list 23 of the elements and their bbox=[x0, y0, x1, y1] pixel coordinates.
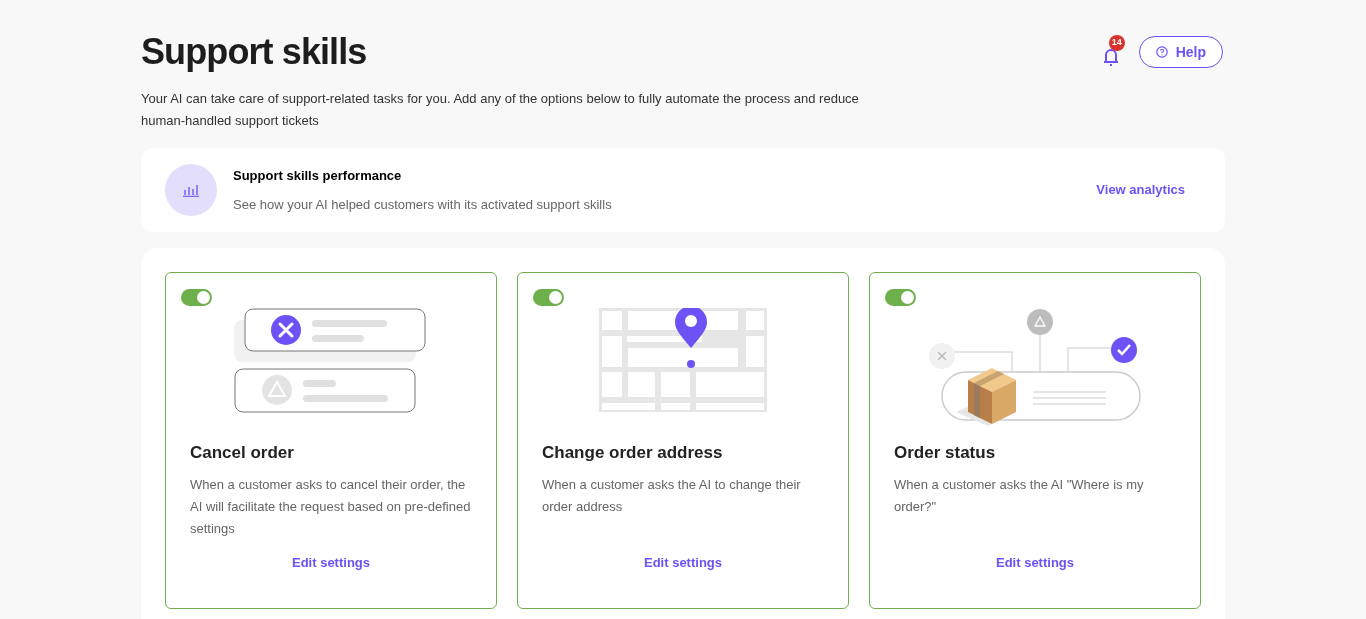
edit-settings-link[interactable]: Edit settings bbox=[996, 552, 1074, 572]
notifications-button[interactable]: 14 bbox=[1098, 38, 1123, 66]
edit-settings-link[interactable]: Edit settings bbox=[292, 552, 370, 572]
performance-subtitle: See how your AI helped customers with its activated support skills bbox=[233, 196, 613, 214]
view-analytics-link[interactable]: View analytics bbox=[1096, 180, 1185, 200]
edit-settings-link[interactable]: Edit settings bbox=[644, 552, 722, 572]
skill-title: Order status bbox=[894, 442, 997, 464]
notification-count-badge: 14 bbox=[1108, 35, 1125, 51]
bell-icon bbox=[1101, 46, 1120, 66]
skill-description: When a customer asks to cancel their order, the AI will facilitate the request based on pre-defined settings bbox=[190, 475, 472, 538]
skill-description: When a customer asks the AI to change their order address bbox=[542, 475, 802, 516]
question-icon bbox=[1155, 46, 1168, 58]
skill-description: When a customer asks the AI "Where is my order?" bbox=[894, 475, 1145, 516]
bar-chart-icon bbox=[183, 183, 199, 197]
performance-title: Support skills performance bbox=[233, 166, 403, 185]
skill-title: Change order address bbox=[542, 442, 724, 464]
page-description: Your AI can take care of support-related tasks for you. Add any of the options below to fully automate the process and reduce human-handled support tickets bbox=[141, 90, 860, 130]
toggle-switch[interactable] bbox=[181, 289, 212, 306]
toggle-switch[interactable] bbox=[533, 289, 564, 306]
toggle-switch[interactable] bbox=[885, 289, 916, 306]
skill-title: Cancel order bbox=[190, 442, 295, 464]
page-title: Support skills bbox=[141, 30, 367, 74]
help-button[interactable]: Help bbox=[1138, 36, 1223, 68]
